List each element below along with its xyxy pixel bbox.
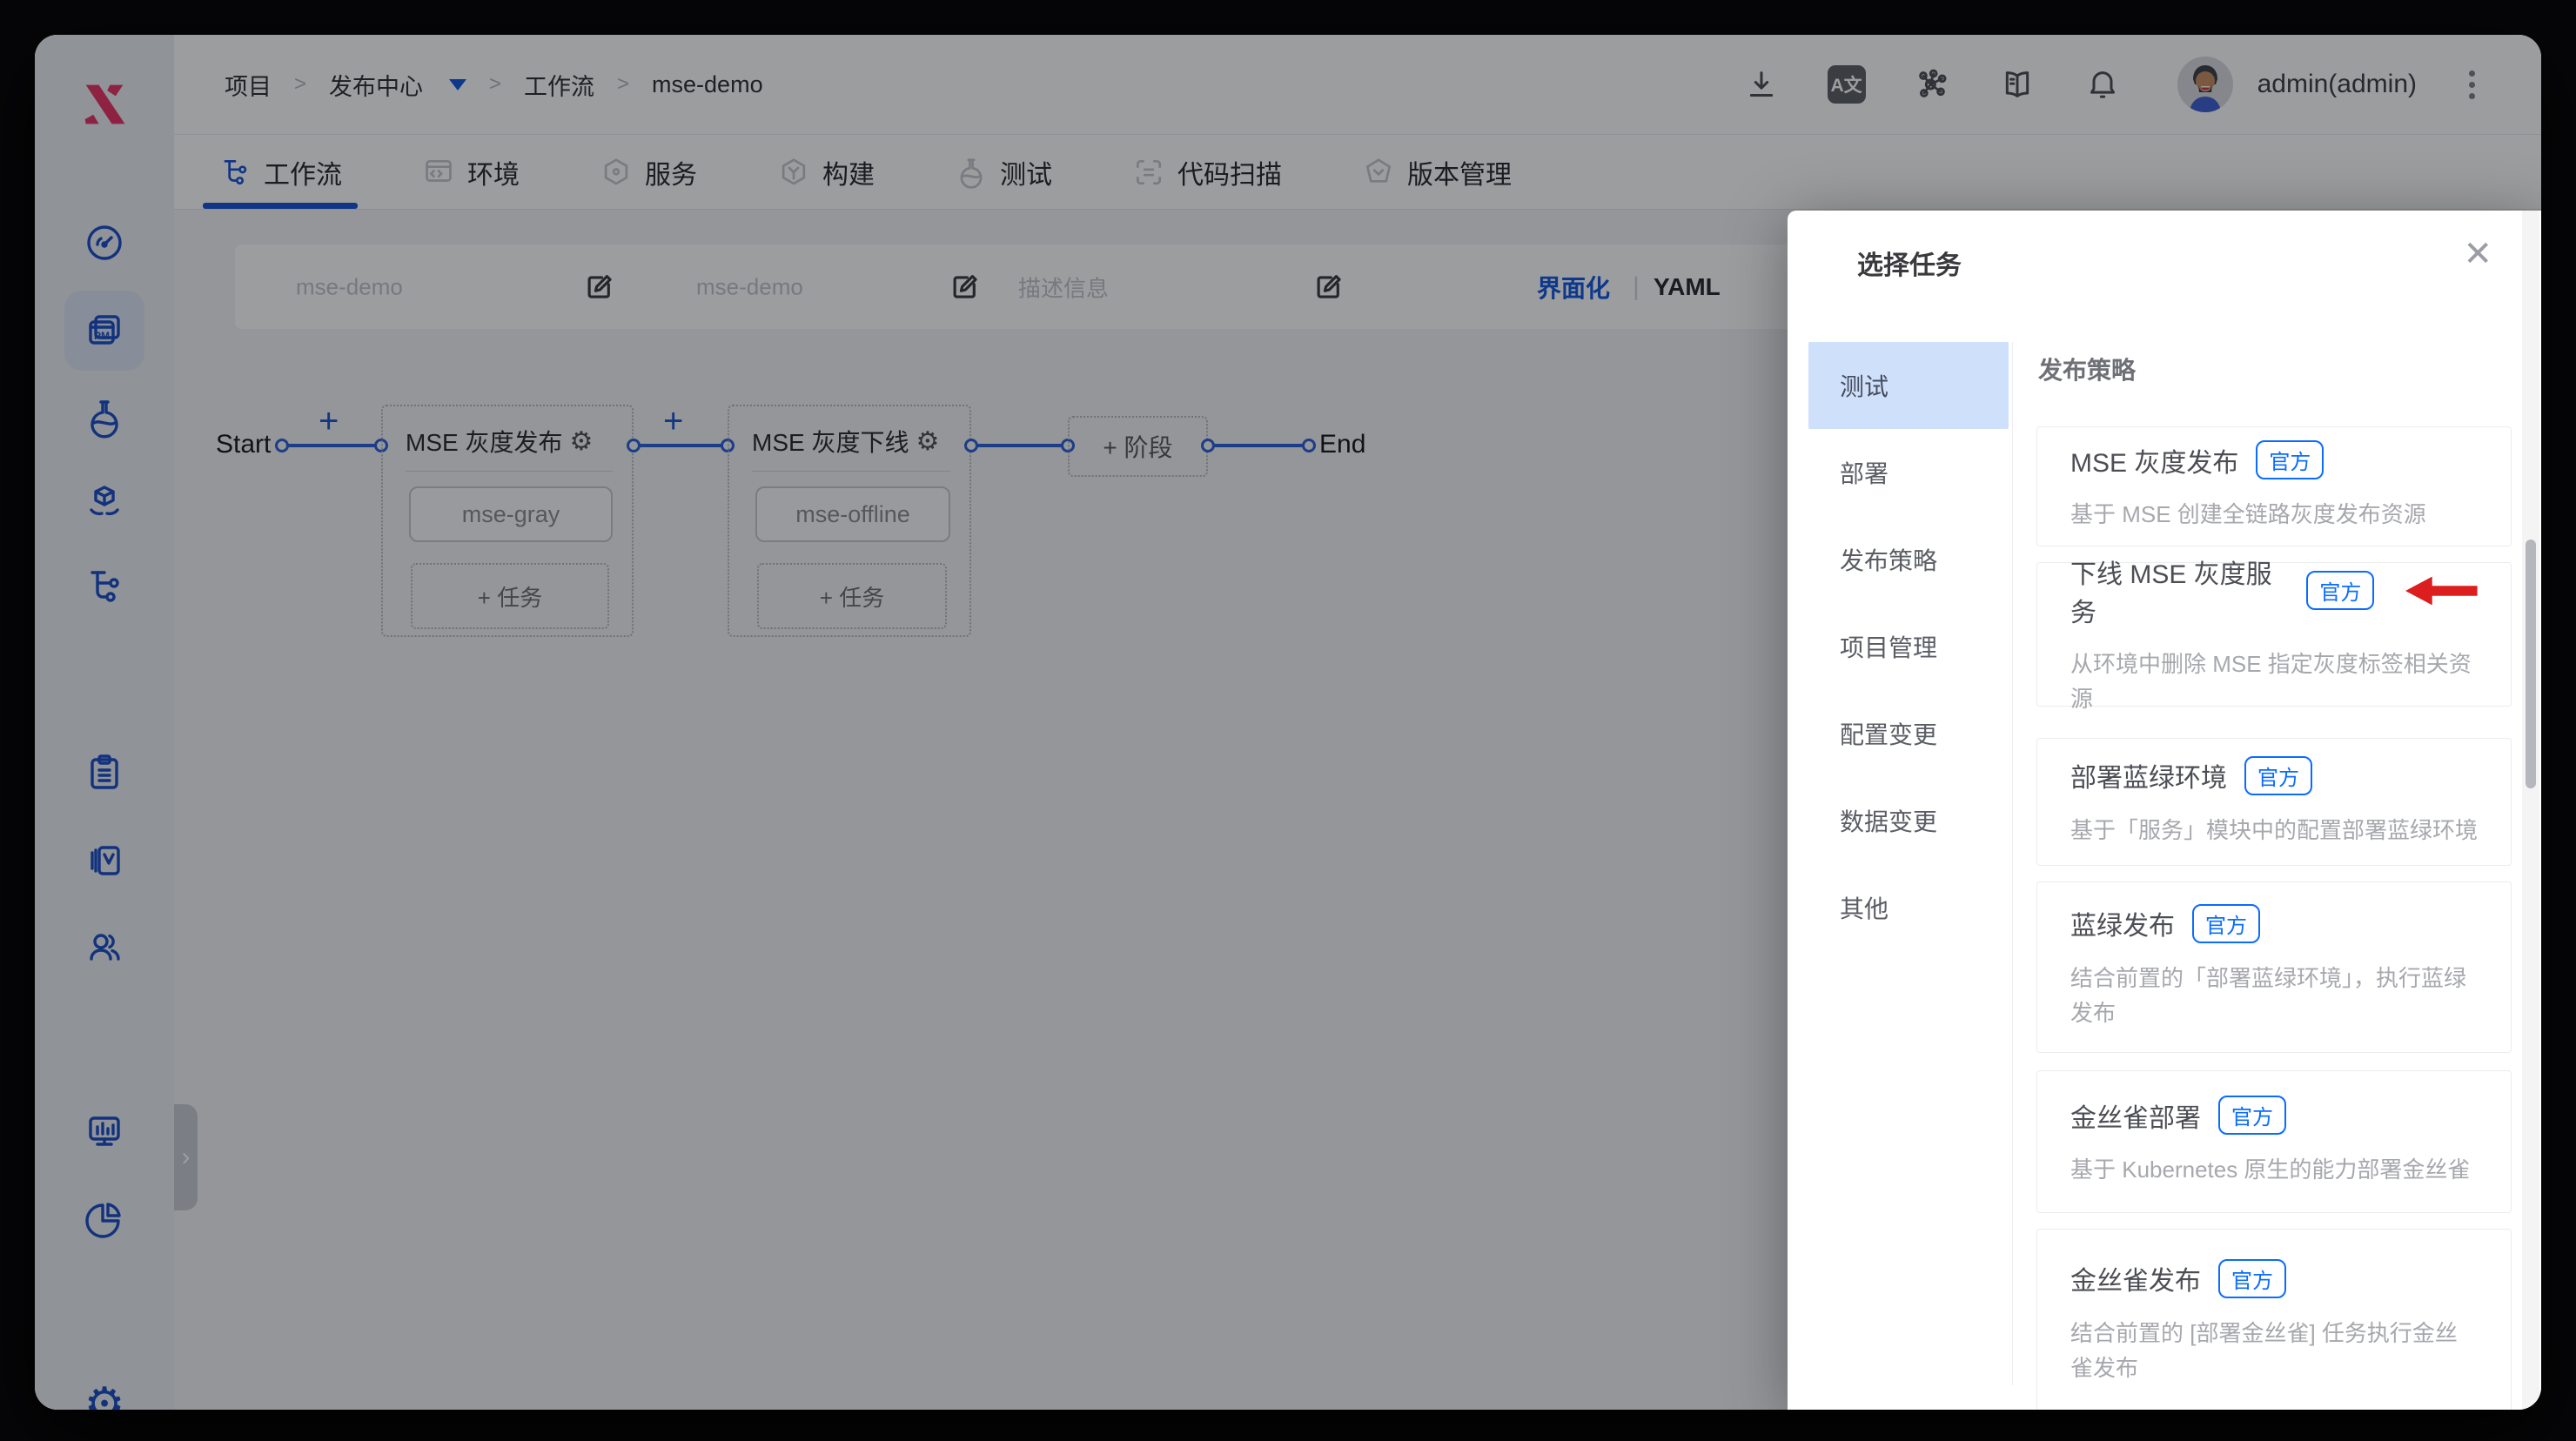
task-card-canary-release[interactable]: 金丝雀发布 官方 结合前置的 [部署金丝雀] 任务执行金丝雀发布 [2036,1229,2512,1410]
category-data-change[interactable]: 数据变更 [1808,777,2009,864]
task-card-title-row: 下线 MSE 灰度服务 官方 [2070,553,2478,629]
task-card-mse-gray-release[interactable]: MSE 灰度发布 官方 基于 MSE 创建全链路灰度发布资源 [2036,426,2512,546]
category-config-change[interactable]: 配置变更 [1808,690,2009,777]
task-title: 金丝雀部署 [2070,1103,2201,1133]
official-badge: 官方 [2306,571,2375,611]
task-title: 下线 MSE 灰度服务 [2070,560,2272,627]
category-project-management[interactable]: 项目管理 [1808,603,2009,690]
task-card-canary-deploy[interactable]: 金丝雀部署 官方 基于 Kubernetes 原生的能力部署金丝雀 [2036,1070,2512,1213]
category-test[interactable]: 测试 [1808,342,2009,429]
task-description: 基于 Kubernetes 原生的能力部署金丝雀 [2070,1156,2471,1183]
drawer-scrollbar-thumb[interactable] [2526,540,2536,788]
official-badge: 官方 [2256,440,2324,480]
drawer-scrollbar-track [2522,211,2539,1410]
official-badge: 官方 [2192,903,2260,943]
category-release-strategy[interactable]: 发布策略 [1808,516,2009,603]
task-description: 基于 MSE 创建全链路灰度发布资源 [2070,501,2426,528]
section-title: 发布策略 [2038,357,2137,384]
task-title: 蓝绿发布 [2070,912,2175,942]
task-card-title-row: 金丝雀部署 官方 [2070,1096,2478,1136]
task-card-title-row: 部署蓝绿环境 官方 [2070,755,2478,795]
task-description: 结合前置的「部署蓝绿环境」，执行蓝绿发布 [2070,964,2467,1026]
task-title: MSE 灰度发布 [2070,448,2239,478]
category-divider [2012,342,2013,1385]
task-description: 基于「服务」模块中的配置部署蓝绿环境 [2070,816,2479,843]
official-badge: 官方 [2218,1096,2286,1136]
category-deploy[interactable]: 部署 [1808,429,2009,516]
category-label: 数据变更 [1840,808,1938,835]
task-card-deploy-blue-green-env[interactable]: 部署蓝绿环境 官方 基于「服务」模块中的配置部署蓝绿环境 [2036,738,2512,866]
task-title: 部署蓝绿环境 [2070,764,2227,794]
task-card-blue-green-release[interactable]: 蓝绿发布 官方 结合前置的「部署蓝绿环境」，执行蓝绿发布 [2036,881,2512,1053]
task-card-title-row: MSE 灰度发布 官方 [2070,440,2478,480]
category-label: 发布策略 [1840,547,1938,574]
category-label: 测试 [1840,373,1889,400]
drawer-title: 选择任务 [1857,251,1962,280]
task-title: 金丝雀发布 [2070,1267,2201,1297]
task-description: 从环境中删除 MSE 指定灰度标签相关资源 [2070,650,2472,712]
task-card-offline-mse-gray[interactable]: 下线 MSE 灰度服务 官方 从环境中删除 MSE 指定灰度标签相关资源 [2036,560,2512,712]
close-icon[interactable]: ✕ [2463,237,2492,271]
category-label: 部署 [1840,460,1889,487]
annotation-arrow-icon [2405,576,2478,606]
task-description: 结合前置的 [部署金丝雀] 任务执行金丝雀发布 [2070,1319,2458,1381]
task-category-list: 测试 部署 发布策略 项目管理 配置变更 数据变更 其他 [1808,342,2009,951]
category-other[interactable]: 其他 [1808,864,2009,951]
app-window: PM ⚙ › 项目 > 发布中心 > 工作流 > mse-demo A文 adm… [35,35,2541,1410]
select-task-drawer: 选择任务 ✕ 测试 部署 发布策略 项目管理 配置变更 数据变更 其他 发布策略… [1788,211,2541,1410]
task-card-title-row: 蓝绿发布 官方 [2070,903,2478,943]
category-label: 配置变更 [1840,721,1938,748]
category-label: 项目管理 [1840,634,1938,661]
official-badge: 官方 [2218,1258,2286,1298]
task-card-title-row: 金丝雀发布 官方 [2070,1258,2478,1298]
official-badge: 官方 [2244,755,2312,795]
category-label: 其他 [1840,895,1889,922]
